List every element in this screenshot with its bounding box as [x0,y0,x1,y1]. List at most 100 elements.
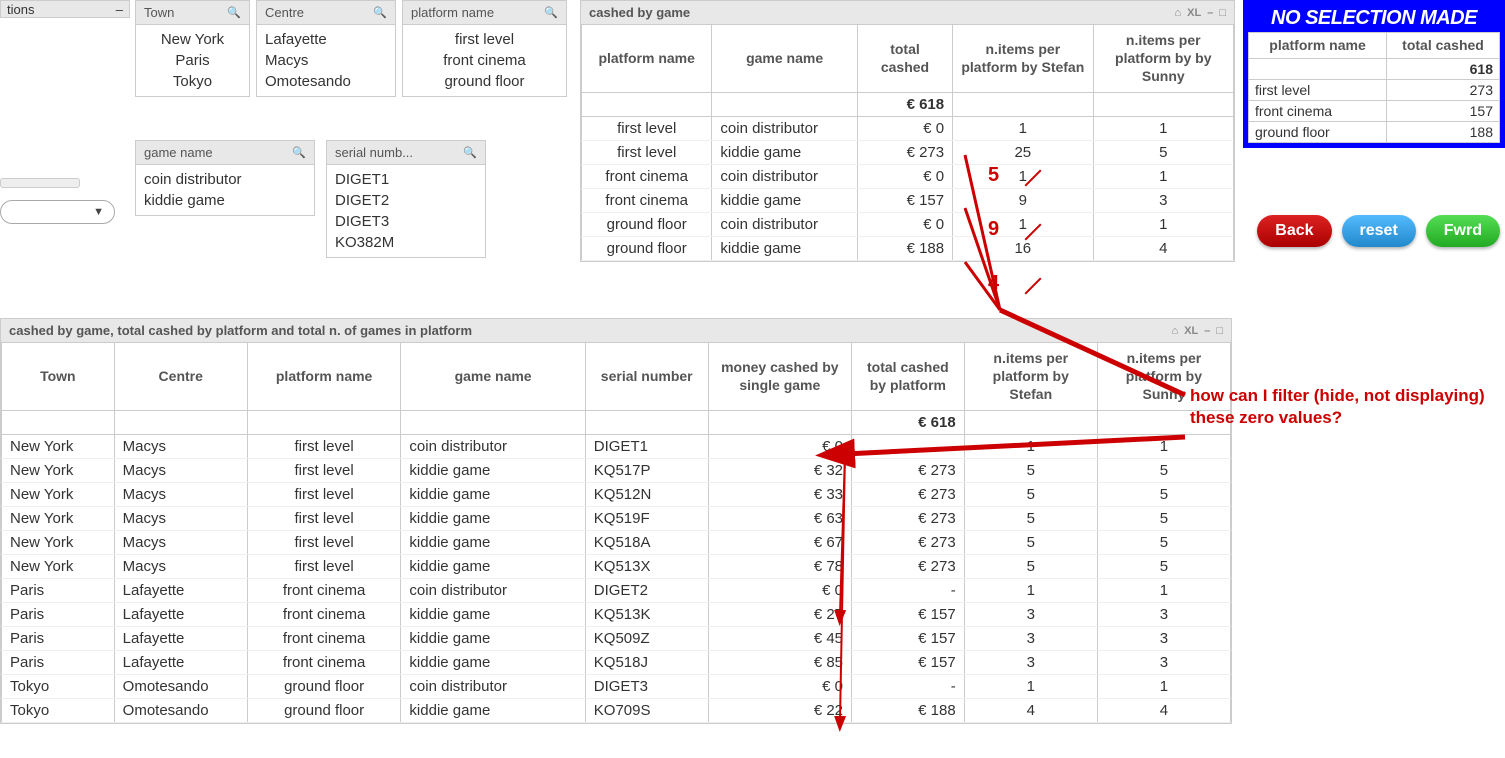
col-items-stefan[interactable]: n.items per platform by Stefan [953,25,1093,92]
scroll-indicator[interactable] [0,178,80,188]
panel-ctrl-min[interactable]: – [1207,7,1213,19]
search-icon[interactable]: 🔍 [292,146,306,159]
detail-row[interactable]: New YorkMacysfirst levelcoin distributor… [2,434,1231,458]
filter-serial-header: serial numb... 🔍 [327,141,485,165]
cashed-row[interactable]: ground floorcoin distributor€ 011 [582,212,1234,236]
col-centre[interactable]: Centre [114,343,247,410]
filter-town-item[interactable]: Paris [144,50,241,71]
cashed-row[interactable]: first levelcoin distributor€ 011 [582,116,1234,140]
col-game[interactable]: game name [401,343,585,410]
filter-platform-header: platform name 🔍 [403,1,566,25]
detail-row[interactable]: New YorkMacysfirst levelkiddie gameKQ513… [2,554,1231,578]
search-icon[interactable]: 🔍 [463,146,477,159]
col-sunny[interactable]: n.items per platform by Sunny [1097,343,1230,410]
filter-centre-header: Centre 🔍 [257,1,395,25]
panel-ctrl-max[interactable]: □ [1219,7,1226,19]
detail-row[interactable]: New YorkMacysfirst levelkiddie gameKQ512… [2,482,1231,506]
detail-row[interactable]: ParisLafayettefront cinemakiddie gameKQ5… [2,626,1231,650]
col-stefan[interactable]: n.items per platform by Stefan [964,343,1097,410]
filter-town-item[interactable]: Tokyo [144,71,241,92]
col-items-sunny[interactable]: n.items per platform by by Sunny [1093,25,1233,92]
col-serial[interactable]: serial number [585,343,708,410]
annotation-question: how can I filter (hide, not displaying) … [1190,385,1505,429]
detail-table: Town Centre platform name game name seri… [1,343,1231,723]
detail-row[interactable]: ParisLafayettefront cinemakiddie gameKQ5… [2,650,1231,674]
search-icon[interactable]: 🔍 [544,6,558,19]
no-selection-title: NO SELECTION MADE [1248,5,1500,32]
cashed-row[interactable]: front cinemakiddie game€ 15793 [582,188,1234,212]
search-icon[interactable]: 🔍 [373,6,387,19]
detail-row[interactable]: New YorkMacysfirst levelkiddie gameKQ518… [2,530,1231,554]
detail-row[interactable]: TokyoOmotesandoground floorcoin distribu… [2,674,1231,698]
no-selection-table: platform name total cashed 618 first lev… [1248,32,1500,143]
detail-title: cashed by game, total cashed by platform… [9,323,472,338]
filter-game-name: game name 🔍 coin distributor kiddie game [135,140,315,216]
col-total-cashed[interactable]: total cashed [857,25,952,92]
side-row[interactable]: first level273 [1249,79,1500,100]
select-dropdown[interactable]: ▼ [0,200,115,224]
cashed-total-value: € 618 [857,92,952,116]
col-game-name[interactable]: game name [712,25,857,92]
col-platform[interactable]: platform name [247,343,401,410]
detail-row[interactable]: New YorkMacysfirst levelkiddie gameKQ517… [2,458,1231,482]
reset-button[interactable]: reset [1342,215,1416,247]
filter-serial-title: serial numb... [335,145,413,160]
detail-total-value: € 618 [852,410,965,434]
side-col-platform: platform name [1249,33,1387,59]
panel-ctrl-home[interactable]: ⌂ [1172,325,1179,337]
actions-minimize[interactable]: – [116,2,123,17]
panel-ctrl-xl[interactable]: XL [1184,325,1198,337]
panel-ctrl-xl[interactable]: XL [1187,7,1201,19]
filter-serial-number: serial numb... 🔍 DIGET1 DIGET2 DIGET3 KO… [326,140,486,258]
cashed-by-game-title: cashed by game [589,5,690,20]
side-row[interactable]: ground floor188 [1249,121,1500,142]
annotation-correction: 4 [988,272,999,295]
detail-row[interactable]: New YorkMacysfirst levelkiddie gameKQ519… [2,506,1231,530]
filter-centre-item[interactable]: Macys [265,50,387,71]
filter-serial-item[interactable]: DIGET3 [335,211,477,232]
filter-centre-item[interactable]: Omotesando [265,71,387,92]
filter-serial-item[interactable]: DIGET1 [335,169,477,190]
panel-ctrl-max[interactable]: □ [1216,325,1223,337]
filter-serial-item[interactable]: KO382M [335,232,477,253]
detail-row[interactable]: ParisLafayettefront cinemakiddie gameKQ5… [2,602,1231,626]
filter-centre-item[interactable]: Lafayette [265,29,387,50]
col-platform-name[interactable]: platform name [582,25,712,92]
col-total-cashed[interactable]: total cashed by platform [852,343,965,410]
forward-button[interactable]: Fwrd [1426,215,1500,247]
panel-ctrl-min[interactable]: – [1204,325,1210,337]
actions-header: tions – [0,0,130,18]
filter-game-header: game name 🔍 [136,141,314,165]
filter-serial-item[interactable]: DIGET2 [335,190,477,211]
cashed-total-row: € 618 [582,92,1234,116]
filter-centre: Centre 🔍 Lafayette Macys Omotesando [256,0,396,97]
side-total-row: 618 [1249,58,1500,79]
button-row: Back reset Fwrd [1257,215,1500,247]
filter-game-item[interactable]: kiddie game [144,190,306,211]
detail-row[interactable]: ParisLafayettefront cinemacoin distribut… [2,578,1231,602]
filter-town-header: Town 🔍 [136,1,249,25]
panel-controls: ⌂ XL – □ [1175,7,1227,19]
search-icon[interactable]: 🔍 [227,6,241,19]
filter-town-item[interactable]: New York [144,29,241,50]
cashed-row[interactable]: front cinemacoin distributor€ 011 [582,164,1234,188]
filter-platform-item[interactable]: front cinema [411,50,558,71]
side-col-total: total cashed [1387,33,1500,59]
filter-platform-item[interactable]: first level [411,29,558,50]
panel-ctrl-home[interactable]: ⌂ [1175,7,1182,19]
filter-platform-name: platform name 🔍 first level front cinema… [402,0,567,97]
detail-total-row: € 618 [2,410,1231,434]
side-row[interactable]: front cinema157 [1249,100,1500,121]
back-button[interactable]: Back [1257,215,1331,247]
filter-platform-item[interactable]: ground floor [411,71,558,92]
detail-row[interactable]: TokyoOmotesandoground floorkiddie gameKO… [2,698,1231,722]
col-money[interactable]: money cashed by single game [708,343,851,410]
filter-game-item[interactable]: coin distributor [144,169,306,190]
detail-panel: cashed by game, total cashed by platform… [0,318,1232,724]
cashed-row[interactable]: ground floorkiddie game€ 188164 [582,236,1234,260]
filter-town: Town 🔍 New York Paris Tokyo [135,0,250,97]
panel-controls: ⌂ XL – □ [1172,325,1224,337]
col-town[interactable]: Town [2,343,115,410]
cashed-row[interactable]: first levelkiddie game€ 273255 [582,140,1234,164]
annotation-strikethrough [1025,278,1042,295]
